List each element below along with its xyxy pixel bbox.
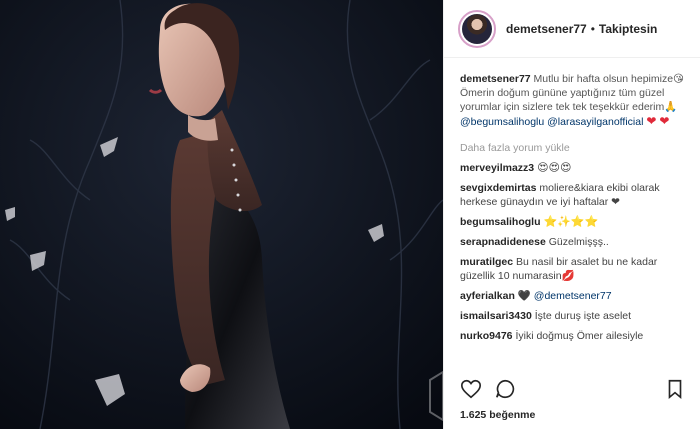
comment-text: ⭐✨⭐⭐ [543,216,599,228]
comment-username[interactable]: muratilgec [460,256,513,268]
post-sidebar: demetsener77 • Takiptesin demetsener77 M… [443,0,700,429]
comment-text: 😍😍😍 [537,162,572,174]
comment-username[interactable]: sevgixdemirtas [460,182,536,194]
comment-text: İşte duruş işte aselet [534,310,632,322]
comment-username[interactable]: serapnadidenese [460,236,546,248]
action-bar [460,378,686,402]
post-image [0,0,443,429]
comment-username[interactable]: merveyilmazz3 [460,162,534,174]
comment-text: İyiki doğmuş Ömer ailesiyle [515,330,644,342]
caption-mention-1[interactable]: @begumsalihoglu [460,116,544,128]
like-heart-icon[interactable] [460,378,482,400]
comment-text: 🖤 [517,290,531,302]
avatar[interactable] [458,9,496,48]
comment-username[interactable]: ayferialkan [460,290,515,302]
avatar-image [462,13,492,44]
load-more-comments[interactable]: Daha fazla yorum yükle [460,141,686,155]
bookmark-icon[interactable] [664,378,686,400]
comment-item: nurko9476 İyiki doğmuş Ömer ailesiyle [460,329,686,343]
heart-emoji: ❤ [646,114,657,128]
post-photo[interactable] [0,0,443,429]
header-username[interactable]: demetsener77 [506,22,587,36]
caption-mention-2[interactable]: @larasayilganofficial [547,116,643,128]
comment-text: Güzelmişşş.. [548,236,609,248]
follow-status[interactable]: Takiptesin [599,22,657,36]
comment-username[interactable]: nurko9476 [460,330,513,342]
comment-item: merveyilmazz3 😍😍😍 [460,161,686,175]
comment-mention[interactable]: @demetsener77 [534,290,612,302]
comment-item: muratilgec Bu nasil bir asalet bu ne kad… [460,255,686,283]
post-header: demetsener77 • Takiptesin [444,0,700,58]
heart-emoji: ❤ [659,114,670,128]
comment-item: ismailsari3430 İşte duruş işte aselet [460,309,686,323]
comments-section: demetsener77 Mutlu bir hafta olsun hepim… [444,58,700,343]
comment-item: sevgixdemirtas moliere&kiara ekibi olara… [460,181,686,209]
comment-username[interactable]: begumsalihoglu [460,216,541,228]
caption-username[interactable]: demetsener77 [460,73,531,85]
post-caption: demetsener77 Mutlu bir hafta olsun hepim… [460,72,686,129]
comment-item: ayferialkan 🖤 @demetsener77 [460,289,686,303]
comment-icon[interactable] [494,378,516,400]
separator-dot: • [590,21,595,36]
comment-item: begumsalihoglu ⭐✨⭐⭐ [460,215,686,229]
comment-username[interactable]: ismailsari3430 [460,310,532,322]
comment-item: serapnadidenese Güzelmişşş.. [460,235,686,249]
likes-count[interactable]: 1.625 beğenme [460,409,535,421]
